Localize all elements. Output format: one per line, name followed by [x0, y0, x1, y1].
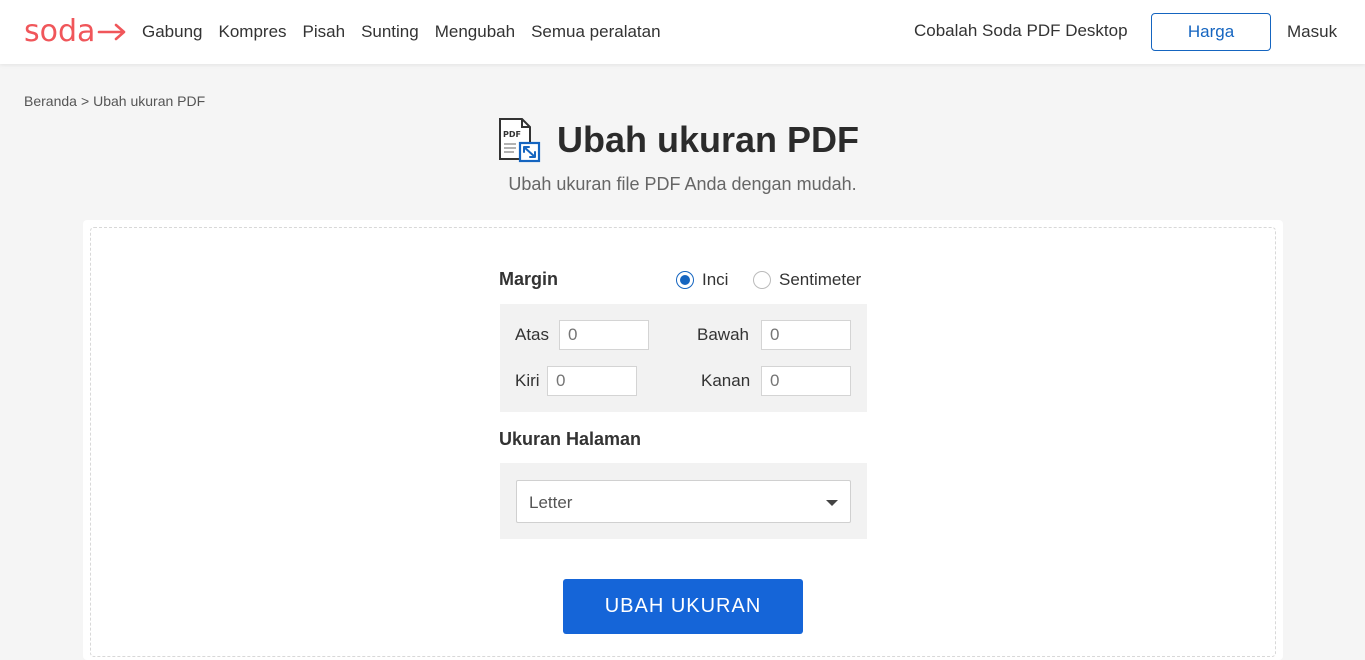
logo-arrow-icon [98, 23, 126, 41]
pdf-resize-icon: PDF [499, 118, 541, 163]
title-row: PDF Ubah ukuran PDF [496, 116, 859, 164]
price-button[interactable]: Harga [1151, 13, 1271, 51]
nav-item-sunting[interactable]: Sunting [361, 22, 419, 42]
page-size-select[interactable]: Letter [516, 480, 851, 523]
margin-left-input[interactable] [547, 366, 637, 396]
nav-item-gabung[interactable]: Gabung [142, 22, 203, 42]
page-size-value: Letter [529, 493, 573, 512]
inch-label: Inci [702, 270, 729, 289]
margin-top-label: Atas [515, 325, 550, 344]
margin-bottom-input[interactable] [761, 320, 851, 350]
margin-label: Margin [499, 269, 559, 289]
caret-down-icon [826, 500, 838, 506]
soda-logo[interactable]: soda [24, 14, 127, 50]
logo-text: soda [24, 14, 96, 49]
breadcrumb: Beranda > Ubah ukuran PDF [24, 93, 205, 109]
nav-item-semua-peralatan[interactable]: Semua peralatan [531, 22, 660, 42]
unit-cm-option[interactable]: Sentimeter [753, 270, 861, 290]
breadcrumb-current: Ubah ukuran PDF [93, 93, 206, 109]
page-title: Ubah ukuran PDF [557, 119, 860, 160]
breadcrumb-separator: > [80, 93, 90, 109]
unit-inch-option[interactable]: Inci [676, 270, 728, 290]
page-subtitle: Ubah ukuran file PDF Anda dengan mudah. [508, 174, 857, 194]
cm-label: Sentimeter [779, 270, 862, 289]
login-link[interactable]: Masuk [1287, 22, 1337, 42]
svg-text:PDF: PDF [503, 130, 521, 139]
margin-left-label: Kiri [515, 371, 540, 390]
main-nav: Gabung Kompres Pisah Sunting Mengubah Se… [142, 0, 661, 64]
cm-radio[interactable] [753, 271, 771, 289]
margin-top-input[interactable] [559, 320, 649, 350]
nav-item-mengubah[interactable]: Mengubah [435, 22, 515, 42]
margin-right-input[interactable] [761, 366, 851, 396]
breadcrumb-home[interactable]: Beranda [24, 93, 77, 109]
nav-item-kompres[interactable]: Kompres [219, 22, 287, 42]
top-header: soda Gabung Kompres Pisah Sunting Mengub… [0, 0, 1365, 64]
nav-item-pisah[interactable]: Pisah [303, 22, 346, 42]
resize-submit-button[interactable]: UBAH UKURAN [563, 579, 803, 634]
margin-right-label: Kanan [701, 371, 751, 390]
try-desktop-link[interactable]: Cobalah Soda PDF Desktop [914, 21, 1128, 41]
margin-bottom-label: Bawah [697, 325, 749, 344]
page-size-label: Ukuran Halaman [499, 429, 642, 449]
inch-radio[interactable] [676, 271, 694, 289]
